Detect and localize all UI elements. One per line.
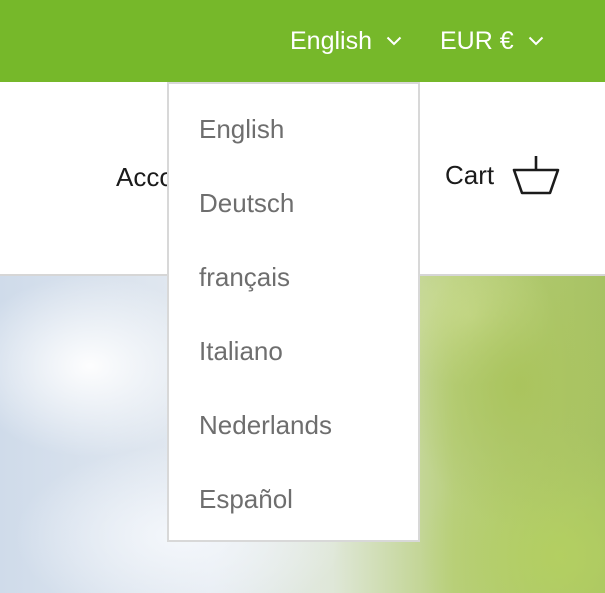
language-option-nederlands[interactable]: Nederlands (199, 410, 332, 441)
basket-icon (512, 154, 560, 196)
top-bar: English EUR € (0, 0, 605, 82)
language-selector-label: English (290, 26, 372, 55)
language-option-italiano[interactable]: Italiano (199, 336, 283, 367)
cart-link[interactable]: Cart (445, 154, 560, 196)
page: English EUR € Acco Cart English Deutsch … (0, 0, 605, 593)
currency-selector-label: EUR € (440, 26, 514, 55)
language-option-francais[interactable]: français (199, 262, 290, 293)
language-option-deutsch[interactable]: Deutsch (199, 188, 294, 219)
language-option-english[interactable]: English (199, 114, 284, 145)
account-link[interactable]: Acco (116, 162, 174, 193)
language-option-espanol[interactable]: Español (199, 484, 293, 515)
cart-label: Cart (445, 159, 495, 190)
language-dropdown: English Deutsch français Italiano Nederl… (167, 82, 420, 542)
currency-selector[interactable]: EUR € (440, 0, 544, 82)
chevron-down-icon (528, 36, 544, 46)
language-selector[interactable]: English (290, 0, 402, 82)
chevron-down-icon (386, 36, 402, 46)
